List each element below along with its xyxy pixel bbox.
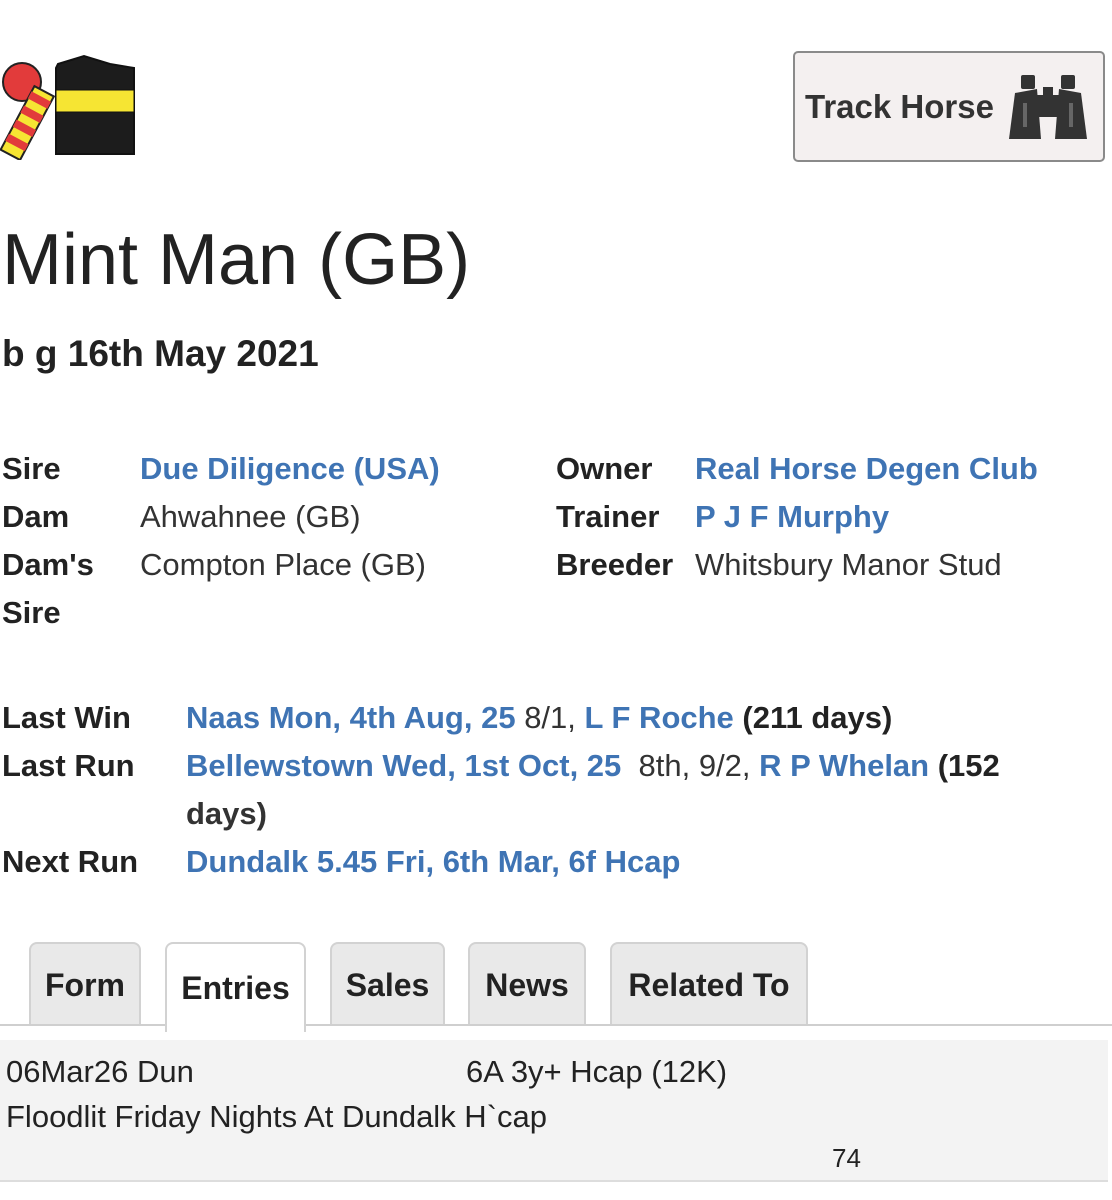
horse-name-title: Mint Man (GB) (2, 220, 471, 300)
last-run-label: Last Run (2, 748, 135, 783)
last-run-days-continued: days) (186, 796, 267, 831)
last-run-days: (152 (929, 748, 1000, 783)
last-win-days: (211 days) (733, 700, 893, 735)
last-run-line: Bellewstown Wed, 1st Oct, 25 8th, 9/2, R… (186, 742, 1000, 790)
track-horse-button[interactable]: Track Horse (793, 51, 1105, 162)
horse-description: b g 16th May 2021 (2, 333, 319, 374)
next-run-line: Dundalk 5.45 Fri, 6th Mar, 6f Hcap (186, 838, 680, 886)
last-win-jockey-link[interactable]: L F Roche (585, 700, 734, 735)
last-win-odds: 8/1, (515, 700, 585, 735)
last-run-race-link[interactable]: Bellewstown Wed, 1st Oct, 25 (186, 748, 621, 783)
track-horse-label: Track Horse (805, 87, 994, 125)
horse-profile-page: Track Horse Mint Man (GB) b g 16th May 2… (0, 0, 1112, 1200)
breeder-label: Breeder (556, 547, 674, 582)
tab-form[interactable]: Form (29, 942, 141, 1026)
sire-label: Sire (2, 451, 61, 486)
entry-row[interactable]: 06Mar26 Dun 6A 3y+ Hcap (12K) Floodlit F… (0, 1040, 1108, 1182)
dam-label: Dam (2, 499, 70, 534)
owner-label: Owner (556, 451, 653, 486)
breeder-value: Whitsbury Manor Stud (695, 547, 1002, 582)
last-win-line: Naas Mon, 4th Aug, 25 8/1, L F Roche (21… (186, 694, 892, 742)
entry-race-class: 6A 3y+ Hcap (12K) (466, 1054, 728, 1089)
last-win-race-link[interactable]: Naas Mon, 4th Aug, 25 (186, 700, 516, 735)
dam-value: Ahwahnee (GB) (140, 499, 361, 534)
last-win-label: Last Win (2, 700, 131, 735)
dams-sire-value: Compton Place (GB) (140, 547, 426, 582)
last-run-jockey-link[interactable]: R P Whelan (759, 748, 929, 783)
next-run-label: Next Run (2, 844, 139, 879)
tab-entries[interactable]: Entries (165, 942, 306, 1032)
tab-related-to[interactable]: Related To (610, 942, 808, 1026)
entry-race-name: Floodlit Friday Nights At Dundalk H`cap (6, 1099, 548, 1134)
entry-rating: 74 (832, 1143, 861, 1173)
binoculars-icon (1009, 75, 1087, 139)
dams-sire-label-line1: Dam's (2, 547, 94, 582)
dams-sire-label-line2: Sire (2, 595, 61, 630)
tab-news[interactable]: News (468, 942, 586, 1026)
jockey-silks-icon (0, 54, 135, 160)
trainer-link[interactable]: P J F Murphy (695, 493, 889, 541)
owner-link[interactable]: Real Horse Degen Club (695, 445, 1038, 493)
sire-link[interactable]: Due Diligence (USA) (140, 445, 440, 493)
entry-date-course: 06Mar26 Dun (6, 1054, 194, 1089)
last-run-result: 8th, 9/2, (621, 748, 760, 783)
next-run-race-link[interactable]: Dundalk 5.45 Fri, 6th Mar, 6f Hcap (186, 844, 680, 879)
tab-sales[interactable]: Sales (330, 942, 445, 1026)
trainer-label: Trainer (556, 499, 660, 534)
